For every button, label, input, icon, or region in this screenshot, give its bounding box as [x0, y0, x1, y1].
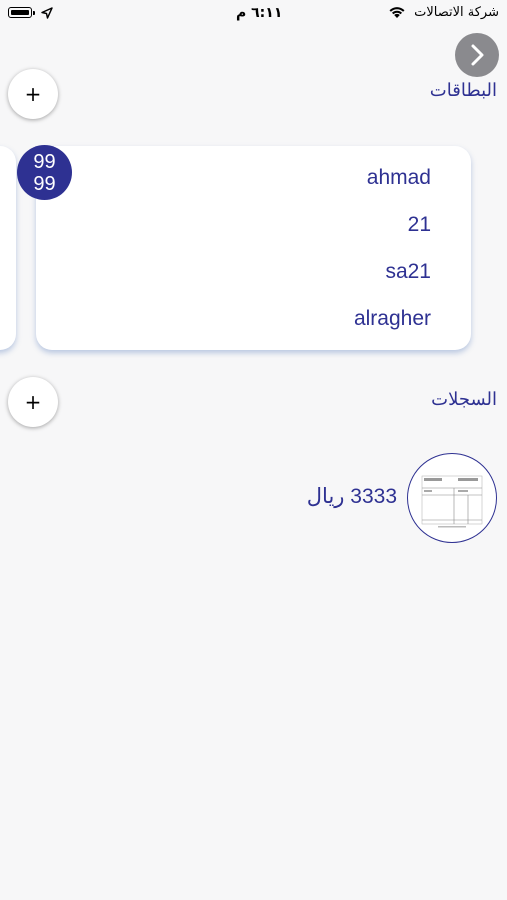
- previous-card-peek[interactable]: [0, 146, 16, 350]
- card-holder-name: ahmad: [366, 166, 431, 189]
- badge-top-value: 99: [33, 150, 56, 173]
- wifi-icon: [389, 7, 405, 18]
- add-record-button[interactable]: +: [8, 377, 58, 427]
- carrier-name: شركة الاتصالات: [414, 5, 499, 20]
- location-arrow-icon: [41, 7, 53, 19]
- battery-icon: [8, 7, 35, 18]
- status-bar: ٦:١١ م شركة الاتصالات: [0, 0, 507, 28]
- record-amount: 3333 ريال: [306, 485, 397, 508]
- cards-section-title: البطاقات: [429, 80, 497, 101]
- card-field-3: sa21: [385, 260, 431, 283]
- card-badge: 99 99: [17, 145, 72, 200]
- status-time: ٦:١١ م: [236, 5, 283, 21]
- records-section-title: السجلات: [431, 389, 497, 410]
- invoice-document-icon: [421, 475, 483, 528]
- invoice-thumbnail[interactable]: [407, 453, 497, 543]
- card-item[interactable]: ahmad 21 sa21 alragher: [36, 146, 471, 350]
- add-card-button[interactable]: +: [8, 69, 58, 119]
- card-field-4: alragher: [353, 307, 431, 330]
- back-button[interactable]: [455, 33, 499, 77]
- card-field-2: 21: [407, 213, 431, 236]
- chevron-right-icon: [471, 44, 484, 66]
- badge-bottom-value: 99: [33, 172, 56, 195]
